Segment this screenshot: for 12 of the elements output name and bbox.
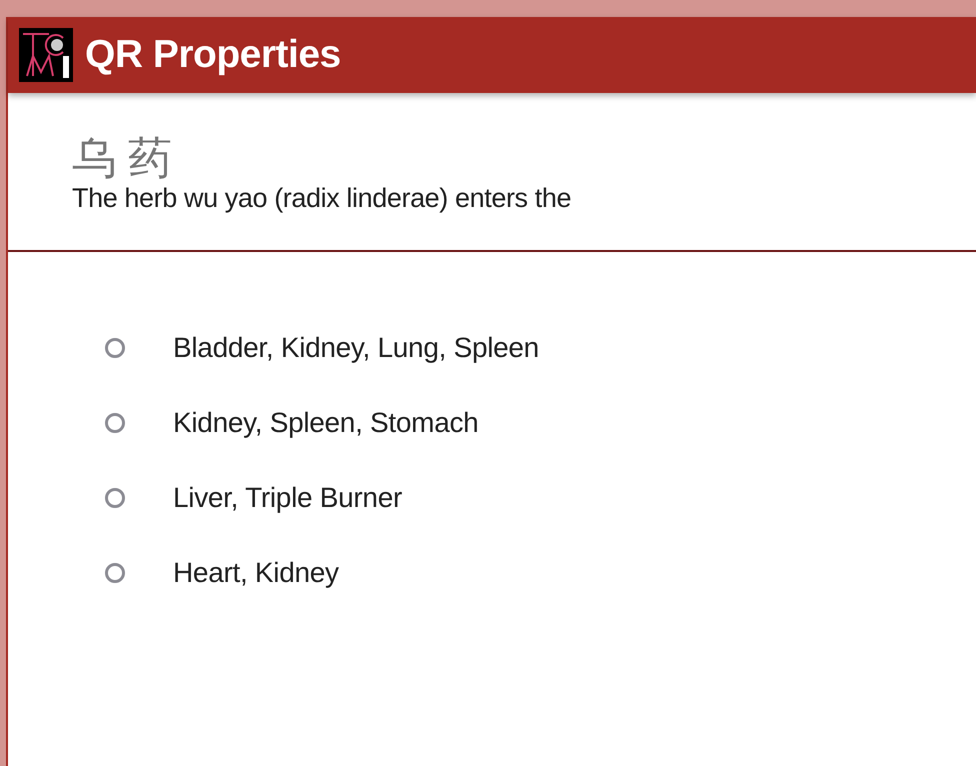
- radio-button[interactable]: [105, 562, 125, 582]
- option-label[interactable]: Heart, Kidney: [173, 556, 339, 588]
- question-text: The herb wu yao (radix linderae) enters the: [72, 183, 572, 214]
- radio-button[interactable]: [105, 488, 125, 508]
- logo-icon: [19, 28, 73, 82]
- option-label[interactable]: Liver, Triple Burner: [173, 482, 402, 514]
- option-label[interactable]: Bladder, Kidney, Lung, Spleen: [173, 332, 539, 364]
- chinese-characters: 乌药: [72, 132, 184, 186]
- radio-button[interactable]: [105, 412, 125, 432]
- option-label[interactable]: Kidney, Spleen, Stomach: [173, 406, 478, 438]
- window-title: QR Properties: [85, 33, 341, 77]
- radio-button[interactable]: [105, 338, 125, 358]
